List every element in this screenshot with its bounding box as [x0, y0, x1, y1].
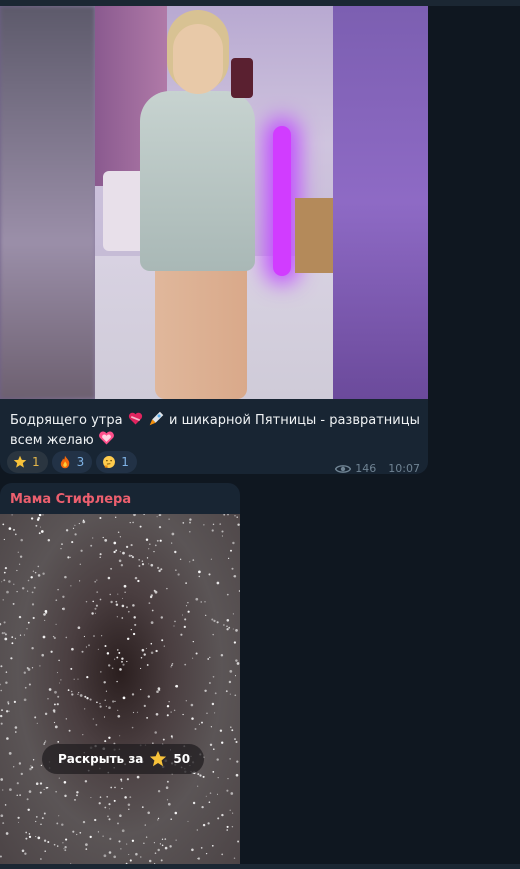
fire-icon: [60, 455, 69, 469]
unlock-label: Раскрыть за: [58, 752, 144, 766]
star-icon: [150, 750, 167, 767]
reaction-star[interactable]: 1: [7, 451, 48, 473]
star-icon: [13, 455, 27, 468]
heart-emoji-icon: [128, 412, 142, 425]
post-photo[interactable]: [0, 6, 428, 399]
photo-drawer: [295, 198, 333, 273]
post-meta: 146 10:07: [335, 462, 420, 474]
unlock-button[interactable]: Раскрыть за 50: [42, 744, 205, 774]
photo-person-head: [173, 24, 223, 94]
eye-icon: [335, 464, 352, 473]
reactions-row: 1 3 1: [7, 451, 137, 473]
message-paid-media[interactable]: Мама Стифлера Раскрыть за 50: [0, 483, 240, 864]
caption-text-1: Бодрящего утра: [10, 413, 123, 428]
sender-name[interactable]: Мама Стифлера: [10, 492, 131, 507]
views-count: 146: [355, 462, 377, 474]
bottom-divider: [0, 864, 520, 869]
message-photo-post[interactable]: Бодрящего утра и шикарной Пятницы - разв…: [0, 6, 428, 474]
reaction-count: 1: [121, 455, 129, 469]
photo-person-legs: [155, 261, 247, 399]
photo-phone: [231, 58, 253, 98]
thinking-face-icon: [103, 456, 116, 468]
blur-noise-overlay: [0, 514, 240, 864]
reaction-count: 1: [32, 455, 40, 469]
reaction-fire[interactable]: 3: [51, 451, 93, 473]
reaction-thinking[interactable]: 1: [96, 451, 137, 473]
unlock-price: 50: [173, 752, 191, 766]
rocket-emoji-icon: [149, 411, 164, 426]
reaction-count: 3: [76, 455, 85, 469]
photo-neon-light: [273, 126, 291, 276]
heart-emoji-icon: [98, 431, 114, 445]
post-caption: Бодрящего утра и шикарной Пятницы - разв…: [10, 410, 420, 450]
photo-person-shirt: [140, 91, 255, 271]
photo-scene: [95, 6, 333, 399]
post-time: 10:07: [388, 462, 420, 474]
photo-blur-right: [333, 6, 428, 399]
photo-blur-left: [0, 6, 95, 399]
paid-media-preview[interactable]: Раскрыть за 50: [0, 514, 240, 864]
